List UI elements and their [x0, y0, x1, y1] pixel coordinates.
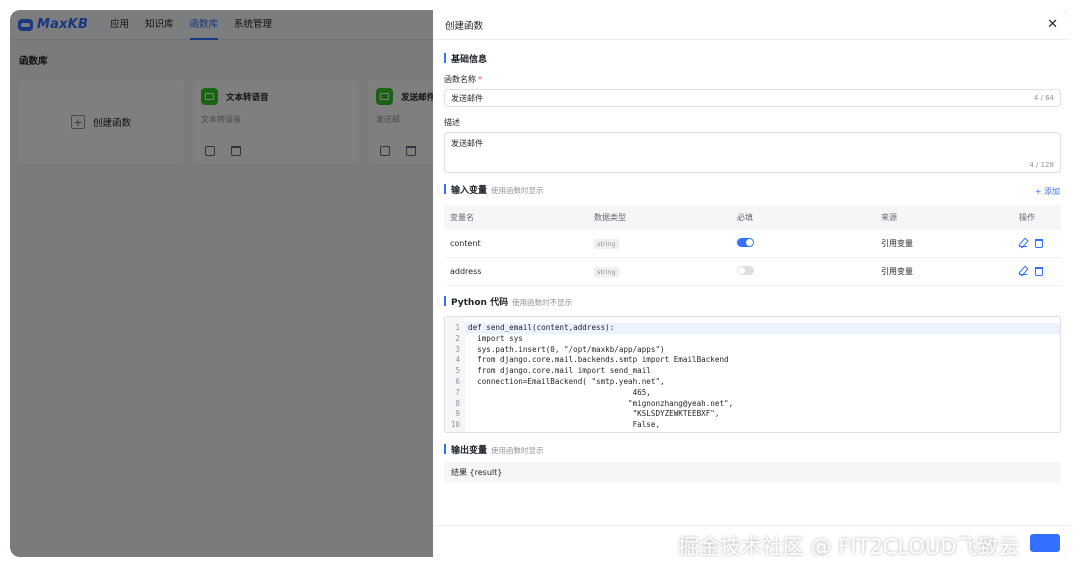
source-cell: 引用变量	[881, 267, 913, 276]
required-cell	[731, 238, 875, 249]
section-title: Python 代码	[451, 298, 509, 308]
actions-cell	[1019, 239, 1061, 248]
line-number: 7	[455, 387, 460, 397]
table-row: address string 引用变量	[444, 258, 1061, 286]
code-text: False,	[465, 431, 660, 432]
column-header: 来源	[881, 213, 897, 222]
function-name-counter: 4 / 64	[1033, 94, 1054, 102]
source-cell: 引用变量	[881, 239, 913, 248]
code-line: 8 "mignonzhang@yeah.net",	[445, 399, 733, 410]
section-marker	[444, 444, 446, 454]
required-cell	[731, 266, 875, 277]
section-marker	[444, 53, 446, 63]
line-number: 9	[455, 409, 460, 419]
delete-icon[interactable]	[1035, 267, 1043, 276]
code-text: from django.core.mail.backends.smtp impo…	[468, 355, 729, 365]
line-number: 10	[450, 420, 460, 430]
line-number: 2	[455, 333, 460, 343]
function-name-label: 函数名称 *	[444, 74, 482, 85]
required-toggle[interactable]	[737, 266, 754, 275]
add-variable-button[interactable]: + 添加	[1035, 186, 1060, 197]
column-header: 必填	[737, 213, 753, 222]
watermark: 掘金技术社区 @ FIT2CLOUD飞致云	[678, 535, 1020, 557]
column-header: 操作	[1019, 213, 1035, 222]
code-text: 465,	[468, 387, 651, 397]
output-variable-field: 结果 {result}	[444, 462, 1061, 483]
section-title: 输入变量	[451, 186, 488, 196]
code-text: connection=EmailBackend( "smtp.yeah.net"…	[468, 376, 665, 386]
section-hint: 使用函数时不显示	[512, 298, 573, 307]
code-text: sys.path.insert(0, "/opt/maxkb/app/apps"…	[468, 344, 665, 354]
description-textarea[interactable]: 发送邮件 4 / 128	[444, 132, 1061, 173]
confirm-button[interactable]	[1030, 534, 1060, 552]
function-name-label-text: 函数名称	[444, 75, 476, 84]
code-line: 5 from django.core.mail import send_mail	[445, 366, 733, 377]
section-python-code: Python 代码 使用函数时不显示	[444, 295, 572, 308]
function-name-value: 发送邮件	[451, 94, 483, 103]
code-line: 9 "KSLSDYZEWKTEEBXF",	[445, 409, 733, 420]
section-title: 输出变量	[451, 446, 488, 456]
code-text: "KSLSDYZEWKTEEBXF",	[468, 409, 720, 419]
delete-icon[interactable]	[1035, 239, 1043, 248]
column-header: 数据类型	[594, 213, 626, 222]
code-text: def send_email(content,address):	[468, 323, 615, 332]
drawer-title: 创建函数	[445, 20, 484, 32]
line-number: 3	[455, 344, 460, 354]
line-number: 8	[455, 398, 460, 408]
section-marker	[444, 184, 446, 194]
required-mark: *	[478, 75, 482, 84]
line-number: 11	[445, 431, 465, 432]
variable-name: content	[450, 239, 481, 248]
table-row: content string 引用变量	[444, 230, 1061, 258]
required-toggle[interactable]	[737, 238, 754, 247]
line-number: 5	[455, 366, 460, 376]
code-lines: 1 def send_email(content,address): 2 impor…	[445, 323, 733, 432]
function-name-input[interactable]: 发送邮件 4 / 64	[444, 89, 1061, 107]
table-header: 变量名 数据类型 必填 来源 操作	[444, 205, 1061, 230]
description-label: 描述	[444, 118, 460, 127]
edit-icon[interactable]	[1019, 267, 1027, 275]
code-editor[interactable]: 1 def send_email(content,address): 2 impor…	[444, 316, 1061, 433]
code-line: 6 connection=EmailBackend( "smtp.yeah.ne…	[445, 377, 733, 388]
code-line: 2 import sys	[445, 334, 733, 345]
close-icon[interactable]: ✕	[1047, 18, 1058, 31]
code-line: 4 from django.core.mail.backends.smtp im…	[445, 355, 733, 366]
code-text: import sys	[468, 333, 523, 343]
code-line: 7 465,	[445, 388, 733, 399]
drawer-header: 创建函数 ✕	[433, 10, 1070, 40]
data-type-tag: string	[594, 266, 619, 277]
section-marker	[444, 296, 446, 306]
edit-icon[interactable]	[1019, 239, 1027, 247]
line-number: 4	[455, 355, 460, 365]
data-type-cell: string	[588, 266, 731, 277]
data-type-tag: string	[594, 238, 619, 249]
create-function-drawer: 创建函数 ✕ 基础信息 函数名称 * 发送邮件 4 / 64 描述 发送邮件 4 …	[433, 10, 1070, 557]
code-line: 10 False,	[445, 420, 733, 431]
code-text: from django.core.mail import send_mail	[468, 366, 651, 376]
section-basic-info: 基础信息	[444, 52, 487, 65]
section-input-variables: 输入变量 使用函数时显示	[444, 183, 544, 196]
code-text: False,	[468, 420, 661, 430]
code-text: "mignonzhang@yeah.net",	[468, 398, 734, 408]
description-counter: 4 / 128	[1029, 161, 1054, 169]
code-line: 1 def send_email(content,address):	[445, 323, 733, 334]
input-variables-table: 变量名 数据类型 必填 来源 操作 content string 引用变量 ad…	[444, 205, 1061, 286]
data-type-cell: string	[588, 238, 731, 249]
code-line: 3 sys.path.insert(0, "/opt/maxkb/app/app…	[445, 345, 733, 356]
description-value: 发送邮件	[451, 139, 483, 148]
code-line: 11 False,	[445, 431, 733, 432]
section-hint: 使用函数时显示	[491, 186, 544, 195]
line-number: 6	[455, 376, 460, 386]
section-title: 基础信息	[451, 55, 488, 65]
app-window: MaxKB 应用 知识库 函数库 系统管理 函数库 + 创建函数 文本转语音 文…	[10, 10, 1070, 557]
column-header: 变量名	[450, 213, 474, 222]
variable-name: address	[450, 267, 482, 276]
line-number: 1	[455, 323, 460, 332]
actions-cell	[1019, 267, 1061, 276]
section-hint: 使用函数时显示	[491, 446, 544, 455]
section-output-variables: 输出变量 使用函数时显示	[444, 443, 544, 456]
